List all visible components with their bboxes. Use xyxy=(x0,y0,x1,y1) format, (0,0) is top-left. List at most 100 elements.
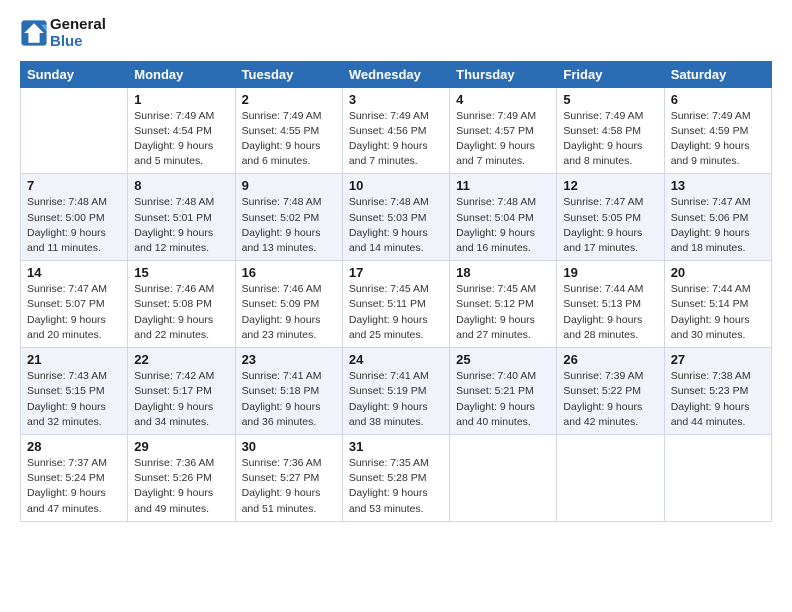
day-info: Sunrise: 7:45 AMSunset: 5:11 PMDaylight:… xyxy=(349,282,443,343)
day-info: Sunrise: 7:48 AMSunset: 5:02 PMDaylight:… xyxy=(242,195,336,256)
day-info: Sunrise: 7:42 AMSunset: 5:17 PMDaylight:… xyxy=(134,369,228,430)
calendar-cell xyxy=(450,435,557,522)
day-info: Sunrise: 7:49 AMSunset: 4:55 PMDaylight:… xyxy=(242,109,336,170)
day-number: 30 xyxy=(242,439,336,454)
calendar-cell: 26Sunrise: 7:39 AMSunset: 5:22 PMDayligh… xyxy=(557,348,664,435)
day-number: 21 xyxy=(27,352,121,367)
day-info: Sunrise: 7:43 AMSunset: 5:15 PMDaylight:… xyxy=(27,369,121,430)
calendar-cell: 15Sunrise: 7:46 AMSunset: 5:08 PMDayligh… xyxy=(128,261,235,348)
day-number: 5 xyxy=(563,92,657,107)
day-number: 22 xyxy=(134,352,228,367)
day-info: Sunrise: 7:49 AMSunset: 4:57 PMDaylight:… xyxy=(456,109,550,170)
header: General Blue xyxy=(20,16,772,51)
day-number: 31 xyxy=(349,439,443,454)
day-info: Sunrise: 7:49 AMSunset: 4:59 PMDaylight:… xyxy=(671,109,765,170)
calendar-cell: 21 Sunrise: 7:43 AMSunset: 5:15 PMDayligh… xyxy=(21,348,128,435)
col-header-friday: Friday xyxy=(557,61,664,87)
week-row-3: 14 Sunrise: 7:47 AMSunset: 5:07 PMDayligh… xyxy=(21,261,772,348)
calendar-cell xyxy=(557,435,664,522)
calendar-cell: 30 Sunrise: 7:36 AMSunset: 5:27 PMDayligh… xyxy=(235,435,342,522)
day-number: 29 xyxy=(134,439,228,454)
calendar-cell: 18Sunrise: 7:45 AMSunset: 5:12 PMDayligh… xyxy=(450,261,557,348)
day-info: Sunrise: 7:49 AMSunset: 4:54 PMDaylight:… xyxy=(134,109,228,170)
calendar-cell: 8 Sunrise: 7:48 AMSunset: 5:01 PMDaylight… xyxy=(128,174,235,261)
header-row: SundayMondayTuesdayWednesdayThursdayFrid… xyxy=(21,61,772,87)
day-info: Sunrise: 7:44 AMSunset: 5:14 PMDaylight:… xyxy=(671,282,765,343)
calendar-cell xyxy=(664,435,771,522)
calendar-cell: 13 Sunrise: 7:47 AMSunset: 5:06 PMDayligh… xyxy=(664,174,771,261)
day-info: Sunrise: 7:40 AMSunset: 5:21 PMDaylight:… xyxy=(456,369,550,430)
calendar-cell: 11Sunrise: 7:48 AMSunset: 5:04 PMDayligh… xyxy=(450,174,557,261)
calendar-cell: 27 Sunrise: 7:38 AMSunset: 5:23 PMDayligh… xyxy=(664,348,771,435)
day-number: 20 xyxy=(671,265,765,280)
calendar-cell: 14 Sunrise: 7:47 AMSunset: 5:07 PMDayligh… xyxy=(21,261,128,348)
week-row-1: 1Sunrise: 7:49 AMSunset: 4:54 PMDaylight… xyxy=(21,87,772,174)
calendar-cell: 19 Sunrise: 7:44 AMSunset: 5:13 PMDayligh… xyxy=(557,261,664,348)
day-info: Sunrise: 7:49 AMSunset: 4:58 PMDaylight:… xyxy=(563,109,657,170)
day-number: 7 xyxy=(27,178,121,193)
day-info: Sunrise: 7:44 AMSunset: 5:13 PMDaylight:… xyxy=(563,282,657,343)
calendar-cell: 28 Sunrise: 7:37 AMSunset: 5:24 PMDayligh… xyxy=(21,435,128,522)
calendar-cell: 24Sunrise: 7:41 AMSunset: 5:19 PMDayligh… xyxy=(342,348,449,435)
logo-text: General Blue xyxy=(50,16,106,51)
day-info: Sunrise: 7:47 AMSunset: 5:06 PMDaylight:… xyxy=(671,195,765,256)
day-number: 9 xyxy=(242,178,336,193)
day-number: 16 xyxy=(242,265,336,280)
calendar-cell: 6 Sunrise: 7:49 AMSunset: 4:59 PMDaylight… xyxy=(664,87,771,174)
day-info: Sunrise: 7:41 AMSunset: 5:18 PMDaylight:… xyxy=(242,369,336,430)
day-number: 19 xyxy=(563,265,657,280)
calendar-cell: 7Sunrise: 7:48 AMSunset: 5:00 PMDaylight… xyxy=(21,174,128,261)
day-info: Sunrise: 7:47 AMSunset: 5:07 PMDaylight:… xyxy=(27,282,121,343)
calendar-cell: 1Sunrise: 7:49 AMSunset: 4:54 PMDaylight… xyxy=(128,87,235,174)
day-info: Sunrise: 7:48 AMSunset: 5:04 PMDaylight:… xyxy=(456,195,550,256)
day-info: Sunrise: 7:46 AMSunset: 5:08 PMDaylight:… xyxy=(134,282,228,343)
col-header-thursday: Thursday xyxy=(450,61,557,87)
col-header-saturday: Saturday xyxy=(664,61,771,87)
day-info: Sunrise: 7:36 AMSunset: 5:26 PMDaylight:… xyxy=(134,456,228,517)
day-number: 12 xyxy=(563,178,657,193)
day-number: 6 xyxy=(671,92,765,107)
calendar-cell: 17 Sunrise: 7:45 AMSunset: 5:11 PMDayligh… xyxy=(342,261,449,348)
col-header-wednesday: Wednesday xyxy=(342,61,449,87)
day-info: Sunrise: 7:45 AMSunset: 5:12 PMDaylight:… xyxy=(456,282,550,343)
calendar-cell: 5 Sunrise: 7:49 AMSunset: 4:58 PMDaylight… xyxy=(557,87,664,174)
day-number: 27 xyxy=(671,352,765,367)
day-number: 23 xyxy=(242,352,336,367)
calendar-cell: 31 Sunrise: 7:35 AMSunset: 5:28 PMDayligh… xyxy=(342,435,449,522)
calendar-cell xyxy=(21,87,128,174)
day-number: 17 xyxy=(349,265,443,280)
calendar-table: SundayMondayTuesdayWednesdayThursdayFrid… xyxy=(20,61,772,522)
calendar-cell: 20 Sunrise: 7:44 AMSunset: 5:14 PMDayligh… xyxy=(664,261,771,348)
day-number: 25 xyxy=(456,352,550,367)
day-number: 10 xyxy=(349,178,443,193)
day-number: 13 xyxy=(671,178,765,193)
col-header-sunday: Sunday xyxy=(21,61,128,87)
day-number: 14 xyxy=(27,265,121,280)
calendar-cell: 23 Sunrise: 7:41 AMSunset: 5:18 PMDayligh… xyxy=(235,348,342,435)
col-header-monday: Monday xyxy=(128,61,235,87)
day-info: Sunrise: 7:49 AMSunset: 4:56 PMDaylight:… xyxy=(349,109,443,170)
calendar-cell: 22 Sunrise: 7:42 AMSunset: 5:17 PMDayligh… xyxy=(128,348,235,435)
day-number: 8 xyxy=(134,178,228,193)
day-info: Sunrise: 7:48 AMSunset: 5:03 PMDaylight:… xyxy=(349,195,443,256)
week-row-4: 21 Sunrise: 7:43 AMSunset: 5:15 PMDayligh… xyxy=(21,348,772,435)
day-number: 28 xyxy=(27,439,121,454)
day-number: 4 xyxy=(456,92,550,107)
calendar-cell: 2Sunrise: 7:49 AMSunset: 4:55 PMDaylight… xyxy=(235,87,342,174)
calendar-cell: 12Sunrise: 7:47 AMSunset: 5:05 PMDayligh… xyxy=(557,174,664,261)
day-info: Sunrise: 7:35 AMSunset: 5:28 PMDaylight:… xyxy=(349,456,443,517)
logo-icon xyxy=(20,19,48,47)
day-number: 3 xyxy=(349,92,443,107)
calendar-cell: 4 Sunrise: 7:49 AMSunset: 4:57 PMDaylight… xyxy=(450,87,557,174)
calendar-cell: 9 Sunrise: 7:48 AMSunset: 5:02 PMDaylight… xyxy=(235,174,342,261)
page: General Blue SundayMondayTuesdayWednesda… xyxy=(0,0,792,532)
day-info: Sunrise: 7:38 AMSunset: 5:23 PMDaylight:… xyxy=(671,369,765,430)
day-info: Sunrise: 7:39 AMSunset: 5:22 PMDaylight:… xyxy=(563,369,657,430)
day-info: Sunrise: 7:37 AMSunset: 5:24 PMDaylight:… xyxy=(27,456,121,517)
day-info: Sunrise: 7:36 AMSunset: 5:27 PMDaylight:… xyxy=(242,456,336,517)
day-info: Sunrise: 7:48 AMSunset: 5:01 PMDaylight:… xyxy=(134,195,228,256)
col-header-tuesday: Tuesday xyxy=(235,61,342,87)
day-info: Sunrise: 7:46 AMSunset: 5:09 PMDaylight:… xyxy=(242,282,336,343)
logo: General Blue xyxy=(20,16,106,51)
calendar-cell: 10 Sunrise: 7:48 AMSunset: 5:03 PMDayligh… xyxy=(342,174,449,261)
